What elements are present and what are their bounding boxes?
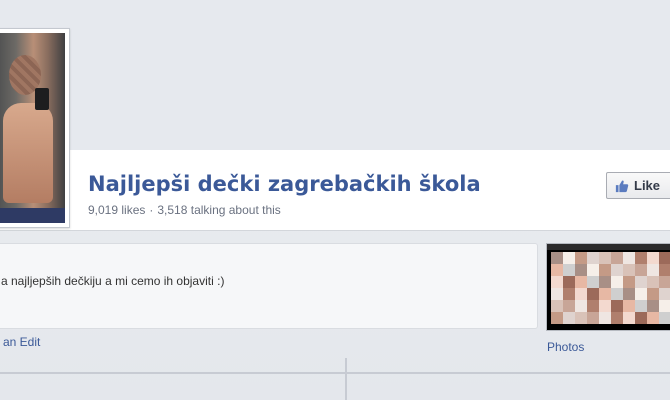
- pixel-cell: [659, 288, 670, 300]
- pixel-cell: [635, 252, 647, 264]
- pixel-cell: [659, 300, 670, 312]
- pixel-cell: [599, 252, 611, 264]
- pixel-cell: [659, 264, 670, 276]
- pixel-cell: [599, 276, 611, 288]
- profile-image-phone: [35, 88, 49, 110]
- pixel-cell: [575, 312, 587, 324]
- pixel-cell: [551, 252, 563, 264]
- pixel-cell: [647, 300, 659, 312]
- pixel-cell: [623, 300, 635, 312]
- pixel-cell: [647, 252, 659, 264]
- pixel-cell: [623, 312, 635, 324]
- profile-image-shorts: [0, 208, 65, 223]
- pixel-cell: [599, 300, 611, 312]
- pixel-cell: [599, 288, 611, 300]
- pixel-cell: [635, 276, 647, 288]
- pixel-cell: [635, 300, 647, 312]
- pixel-cell: [551, 300, 563, 312]
- pixel-cell: [563, 288, 575, 300]
- pixel-cell: [635, 264, 647, 276]
- photos-thumbnail[interactable]: [546, 243, 670, 331]
- pixel-cell: [623, 288, 635, 300]
- pixel-cell: [647, 276, 659, 288]
- pixel-cell: [659, 276, 670, 288]
- pixel-cell: [647, 312, 659, 324]
- pixel-cell: [635, 312, 647, 324]
- profile-image: [0, 33, 65, 223]
- pixel-cell: [659, 312, 670, 324]
- pixel-cell: [611, 252, 623, 264]
- pixel-cell: [647, 264, 659, 276]
- cover-photo-area: [0, 0, 670, 150]
- stats-separator: ·: [149, 203, 154, 217]
- pixel-cell: [611, 264, 623, 276]
- pixel-cell: [587, 252, 599, 264]
- pixel-cell: [611, 288, 623, 300]
- pixel-cell: [647, 288, 659, 300]
- pixel-cell: [635, 288, 647, 300]
- pixel-cell: [575, 252, 587, 264]
- pixel-cell: [611, 312, 623, 324]
- pixel-cell: [587, 300, 599, 312]
- like-button[interactable]: Like: [606, 172, 670, 199]
- likes-count: 9,019 likes: [88, 203, 146, 217]
- photos-link[interactable]: Photos: [547, 340, 584, 354]
- photos-thumbnail-statusbar: [547, 244, 670, 250]
- talking-about-count: 3,518 talking about this: [157, 203, 281, 217]
- profile-image-torso: [3, 103, 53, 203]
- page-title[interactable]: Najljepši dečki zagrebačkih škola: [88, 172, 481, 196]
- pixel-cell: [587, 288, 599, 300]
- pixel-cell: [563, 276, 575, 288]
- pixel-cell: [563, 300, 575, 312]
- facebook-page: Najljepši dečki zagrebačkih škola 9,019 …: [0, 0, 670, 400]
- pixel-cell: [575, 300, 587, 312]
- profile-picture[interactable]: [0, 28, 70, 228]
- pixel-cell: [563, 312, 575, 324]
- pixel-cell: [551, 288, 563, 300]
- pixel-cell: [623, 264, 635, 276]
- pixel-cell: [611, 276, 623, 288]
- pixel-cell: [575, 276, 587, 288]
- timeline-divider: [0, 372, 670, 374]
- like-button-label: Like: [634, 178, 661, 193]
- pixel-cell: [575, 264, 587, 276]
- thumbs-up-icon: [615, 179, 629, 192]
- pixel-cell: [611, 300, 623, 312]
- pixel-cell: [551, 312, 563, 324]
- pixel-cell: [551, 264, 563, 276]
- timeline-spine-top: [345, 358, 347, 372]
- suggest-edit-link[interactable]: an Edit: [3, 335, 40, 349]
- pixel-cell: [587, 312, 599, 324]
- pixel-cell: [599, 264, 611, 276]
- pixel-cell: [551, 276, 563, 288]
- pixel-cell: [623, 252, 635, 264]
- timeline-spine: [345, 374, 347, 400]
- pixel-cell: [575, 288, 587, 300]
- about-text: a najljepših dečkiju a mi cemo ih objavi…: [1, 274, 225, 288]
- about-section: a najljepših dečkiju a mi cemo ih objavi…: [0, 243, 538, 329]
- page-stats: 9,019 likes · 3,518 talking about this: [88, 203, 281, 217]
- pixel-cell: [623, 276, 635, 288]
- pixel-cell: [587, 276, 599, 288]
- pixel-cell: [599, 312, 611, 324]
- pixel-cell: [563, 264, 575, 276]
- pixel-cell: [587, 264, 599, 276]
- pixel-cell: [659, 252, 670, 264]
- photos-thumbnail-pixelated-image: [551, 252, 670, 324]
- pixel-cell: [563, 252, 575, 264]
